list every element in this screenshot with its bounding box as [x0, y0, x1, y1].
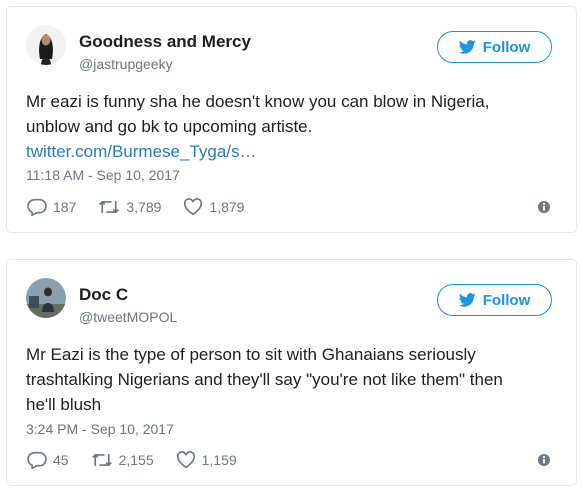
tweet-actions: 187 3,789 1,879	[27, 198, 266, 216]
follow-label: Follow	[482, 291, 531, 309]
tweet-text: Mr Eazi is the type of person to sit wit…	[26, 342, 536, 417]
avatar[interactable]	[26, 278, 66, 318]
avatar[interactable]	[26, 25, 66, 65]
retweet-count: 2,155	[118, 452, 154, 468]
reply-icon	[27, 451, 47, 469]
reply-action[interactable]: 187	[27, 198, 76, 216]
like-heart-icon	[184, 198, 203, 216]
follow-button[interactable]: Follow	[437, 31, 552, 63]
info-icon[interactable]	[537, 200, 551, 214]
reply-action[interactable]: 45	[27, 451, 69, 469]
reply-count: 45	[53, 452, 69, 468]
reply-count: 187	[53, 199, 77, 215]
user-handle[interactable]: @tweetMOPOL	[79, 309, 177, 325]
twitter-bird-icon	[458, 40, 476, 54]
like-count: 1,879	[209, 199, 245, 215]
tweet-card[interactable]: Doc C @tweetMOPOL Follow Mr Eazi is the …	[6, 259, 577, 486]
follow-label: Follow	[482, 38, 531, 56]
retweet-count: 3,789	[126, 199, 162, 215]
tweet-actions: 45 2,155 1,159	[27, 451, 259, 469]
tweet-body: Mr eazi is funny sha he doesn't know you…	[26, 92, 490, 136]
tweet-link[interactable]: twitter.com/Burmese_Tyga/s…	[26, 139, 536, 164]
twitter-bird-icon	[458, 293, 476, 307]
timestamp[interactable]: 3:24 PM - Sep 10, 2017	[26, 421, 174, 437]
tweet-body: Mr Eazi is the type of person to sit wit…	[26, 345, 503, 414]
retweet-icon	[91, 453, 112, 467]
user-handle[interactable]: @jastrupgeeky	[79, 56, 173, 72]
info-icon[interactable]	[537, 453, 551, 467]
like-action[interactable]: 1,879	[183, 198, 244, 216]
like-heart-icon	[176, 451, 195, 469]
timestamp[interactable]: 11:18 AM - Sep 10, 2017	[26, 167, 180, 183]
tweet-text: Mr eazi is funny sha he doesn't know you…	[26, 89, 536, 164]
like-action[interactable]: 1,159	[176, 451, 237, 469]
tweet-card[interactable]: Goodness and Mercy @jastrupgeeky Follow …	[6, 6, 577, 233]
retweet-action[interactable]: 2,155	[91, 452, 154, 468]
follow-button[interactable]: Follow	[437, 284, 552, 316]
retweet-icon	[99, 200, 120, 214]
display-name[interactable]: Goodness and Mercy	[79, 32, 251, 52]
like-count: 1,159	[201, 452, 237, 468]
retweet-action[interactable]: 3,789	[98, 199, 161, 215]
reply-icon	[27, 198, 47, 216]
display-name[interactable]: Doc C	[79, 285, 128, 305]
